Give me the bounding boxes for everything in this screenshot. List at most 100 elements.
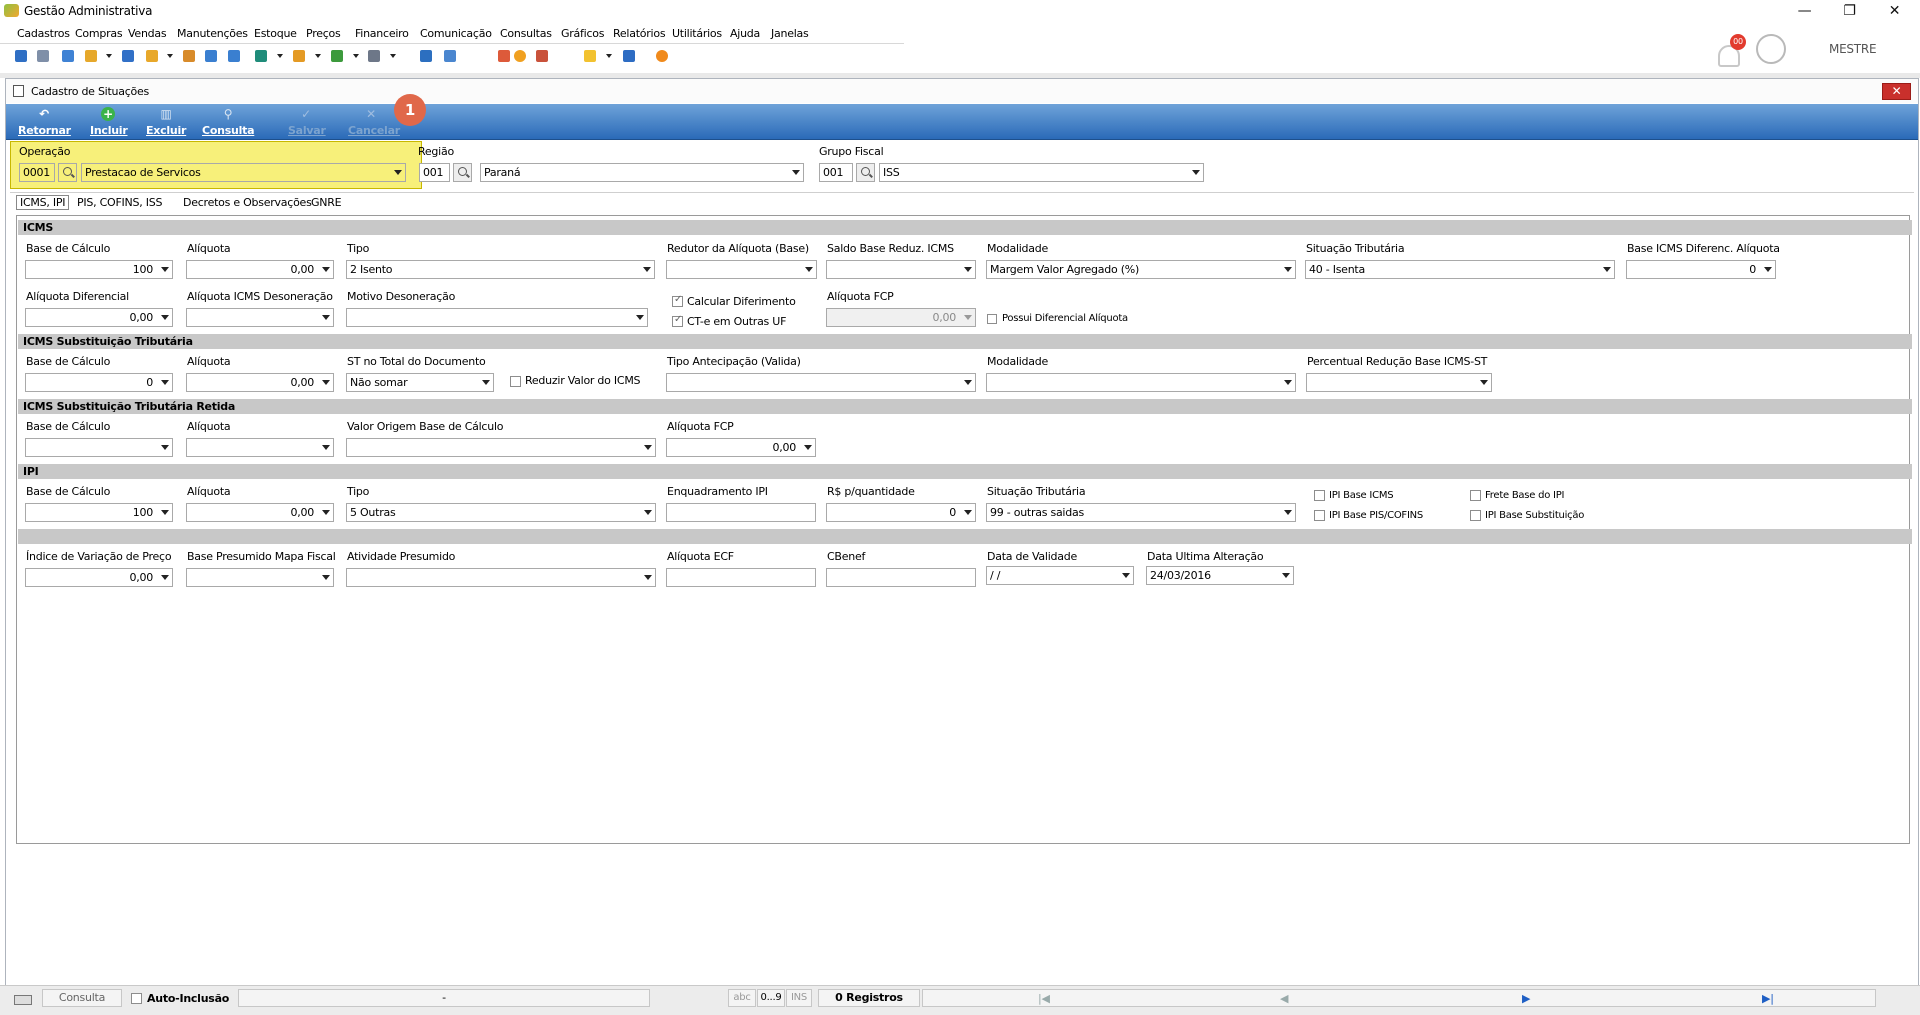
chevron-down-icon[interactable] [1284, 380, 1292, 385]
data-validade-select[interactable]: / / [986, 566, 1134, 585]
excluir-button[interactable]: Excluir [146, 124, 186, 137]
menu-vendas[interactable]: Vendas [128, 27, 167, 40]
toolbar-dropdown-icon[interactable] [277, 54, 283, 58]
chevron-down-icon[interactable] [644, 445, 652, 450]
toolbar-icon-2[interactable] [37, 50, 49, 62]
minimize-button[interactable]: — [1782, 1, 1827, 21]
user-avatar-icon[interactable] [1756, 34, 1786, 64]
menu-financeiro[interactable]: Financeiro [355, 27, 409, 40]
stret-base-select[interactable] [25, 438, 173, 457]
calcular-diferimento-checkbox[interactable] [672, 294, 683, 307]
toolbar-icon-1[interactable] [15, 50, 27, 62]
data-ultima-select[interactable]: 24/03/2016 [1146, 566, 1294, 585]
ipi-tipo-select[interactable]: 5 Outras [346, 503, 656, 522]
tab-icms-ipi[interactable]: ICMS, IPI [16, 195, 70, 210]
atividade-presumido-select[interactable] [346, 568, 656, 587]
icms-situacao-select[interactable]: 40 - Isenta [1305, 260, 1615, 279]
menu-consultas[interactable]: Consultas [500, 27, 552, 40]
toolbar-icon-6[interactable] [146, 50, 158, 62]
power-icon[interactable] [656, 50, 668, 62]
ipi-situacao-select[interactable]: 99 - outras saidas [986, 503, 1296, 522]
grupo-fiscal-search-icon[interactable] [856, 163, 875, 182]
chevron-down-icon[interactable] [1282, 573, 1290, 578]
operacao-select[interactable]: Prestacao de Servicos [81, 163, 406, 182]
chevron-down-icon[interactable] [964, 267, 972, 272]
menu-estoque[interactable]: Estoque [254, 27, 297, 40]
incluir-button[interactable]: Incluir [90, 124, 128, 137]
restore-button[interactable]: ❐ [1827, 1, 1872, 21]
ipi-base-pis-checkbox[interactable] [1314, 510, 1325, 521]
chevron-down-icon[interactable] [804, 445, 812, 450]
frete-base-ipi-checkbox[interactable] [1470, 490, 1481, 501]
menu-precos[interactable]: Preços [306, 27, 341, 40]
menu-cadastros[interactable]: Cadastros [17, 27, 70, 40]
retornar-button[interactable]: Retornar [18, 124, 71, 137]
icms-modalidade-select[interactable]: Margem Valor Agregado (%) [986, 260, 1296, 279]
chevron-down-icon[interactable] [1764, 267, 1772, 272]
chevron-down-icon[interactable] [161, 267, 169, 272]
cart-icon[interactable] [255, 50, 267, 62]
chevron-down-icon[interactable] [644, 575, 652, 580]
chevron-down-icon[interactable] [482, 380, 490, 385]
tab-gnre[interactable]: GNRE [311, 196, 342, 209]
aliquota-ecf-input[interactable] [666, 568, 816, 587]
valor-origem-select[interactable] [346, 438, 656, 457]
st-modalidade-select[interactable] [986, 373, 1296, 392]
percentual-reducao-select[interactable] [1306, 373, 1492, 392]
chevron-down-icon[interactable] [322, 445, 330, 450]
chevron-down-icon[interactable] [161, 315, 169, 320]
chevron-down-icon[interactable] [1480, 380, 1488, 385]
chevron-down-icon[interactable] [964, 315, 972, 320]
chevron-down-icon[interactable] [1603, 267, 1611, 272]
icms-base-select[interactable]: 100 [25, 260, 173, 279]
close-window-button[interactable]: ✕ [1872, 1, 1917, 21]
salvar-button[interactable]: Salvar [288, 124, 326, 137]
menu-ajuda[interactable]: Ajuda [730, 27, 760, 40]
toolbar-dropdown-icon[interactable] [353, 54, 359, 58]
chevron-down-icon[interactable] [161, 445, 169, 450]
grupo-fiscal-code-input[interactable]: 001 [819, 163, 853, 182]
chevron-down-icon[interactable] [394, 170, 402, 175]
toolbar-icon-16[interactable] [623, 50, 635, 62]
calendar-icon[interactable] [444, 50, 456, 62]
chevron-down-icon[interactable] [644, 510, 652, 515]
printer-icon[interactable] [368, 50, 380, 62]
cancelar-button[interactable]: Cancelar [348, 124, 400, 137]
menu-relatorios[interactable]: Relatórios [613, 27, 666, 40]
rs-quantidade-select[interactable]: 0 [826, 503, 976, 522]
icms-fcp-select[interactable]: 0,00 [826, 308, 976, 327]
menu-graficos[interactable]: Gráficos [561, 27, 604, 40]
aliquota-desoneracao-select[interactable] [186, 308, 334, 327]
st-base-select[interactable]: 0 [25, 373, 173, 392]
consulta-button[interactable]: Consulta [202, 124, 255, 137]
toolbar-dropdown-icon[interactable] [167, 54, 173, 58]
chevron-down-icon[interactable] [161, 575, 169, 580]
toolbar-icon-4[interactable] [85, 50, 97, 62]
chevron-down-icon[interactable] [322, 315, 330, 320]
tipo-antecipacao-select[interactable] [666, 373, 976, 392]
toolbar-icon-5[interactable] [122, 50, 134, 62]
toolbar-icon-13[interactable] [498, 50, 510, 62]
base-presumido-select[interactable] [186, 568, 334, 587]
menu-janelas[interactable]: Janelas [771, 27, 809, 40]
menu-comunicacao[interactable]: Comunicação [420, 27, 492, 40]
stret-aliquota-select[interactable] [186, 438, 334, 457]
ipi-aliquota-select[interactable]: 0,00 [186, 503, 334, 522]
chevron-down-icon[interactable] [322, 380, 330, 385]
toolbar-dropdown-icon[interactable] [106, 54, 112, 58]
operacao-code-input[interactable]: 0001 [19, 163, 55, 182]
previous-record-icon[interactable]: ◀ [1280, 992, 1288, 1005]
chevron-down-icon[interactable] [322, 575, 330, 580]
saldo-base-select[interactable] [826, 260, 976, 279]
auto-inclusao-checkbox[interactable] [131, 993, 142, 1004]
cbenef-input[interactable] [826, 568, 976, 587]
chevron-down-icon[interactable] [792, 170, 800, 175]
toolbar-icon-7[interactable] [183, 50, 195, 62]
toolbar-icon-3[interactable] [62, 50, 74, 62]
grupo-fiscal-select[interactable]: ISS [879, 163, 1204, 182]
chevron-down-icon[interactable] [161, 510, 169, 515]
motivo-desoneracao-select[interactable] [346, 308, 648, 327]
first-record-icon[interactable]: |◀ [1038, 992, 1050, 1005]
menu-manutencoes[interactable]: Manutenções [177, 27, 248, 40]
chevron-down-icon[interactable] [805, 267, 813, 272]
